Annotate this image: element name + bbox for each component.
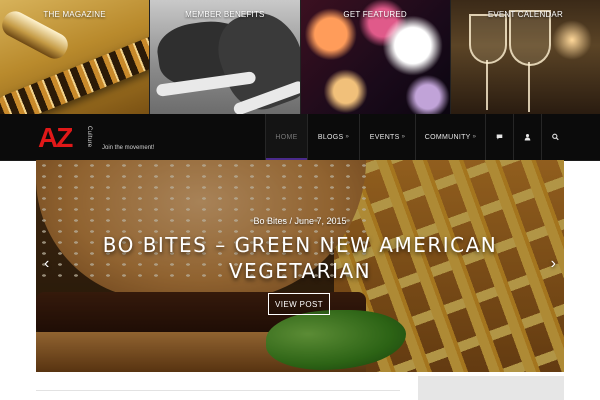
- chat-icon: [496, 134, 503, 140]
- nav-item-blogs[interactable]: BLOGS »: [307, 114, 359, 160]
- nav-item-label: HOME: [275, 133, 298, 141]
- post-title[interactable]: BO BITES – GREEN NEW AMERICAN VEGETARIAN: [76, 232, 524, 284]
- promo-tile-member-benefits[interactable]: MEMBER BENEFITS: [150, 0, 301, 114]
- user-button[interactable]: [513, 114, 541, 160]
- nav-item-community[interactable]: COMMUNITY »: [415, 114, 485, 160]
- promo-tile-label: MEMBER BENEFITS: [185, 10, 265, 19]
- promo-tile-get-featured[interactable]: GET FEATURED: [300, 0, 451, 114]
- sidebar-widget: [418, 376, 564, 400]
- search-button[interactable]: [541, 114, 569, 160]
- promo-tile-label: THE MAGAZINE: [43, 10, 106, 19]
- nav-menu: HOME BLOGS » EVENTS » COMMUNITY »: [265, 114, 569, 161]
- promo-tile-magazine[interactable]: THE MAGAZINE: [0, 0, 151, 114]
- site-tagline: Join the movement!: [102, 145, 155, 151]
- user-icon: [524, 134, 531, 141]
- slider-next-icon[interactable]: ›: [551, 256, 556, 272]
- nav-item-label: COMMUNITY: [424, 133, 471, 141]
- promo-tile-label: GET FEATURED: [343, 10, 407, 19]
- nav-item-label: EVENTS: [369, 133, 400, 141]
- promo-tile-event-calendar[interactable]: EVENT CALENDAR: [450, 0, 600, 114]
- chevron-down-icon: »: [401, 134, 406, 140]
- promo-strip: THE MAGAZINE MEMBER BENEFITS GET FEATURE…: [0, 0, 600, 114]
- nav-item-label: BLOGS: [317, 133, 344, 141]
- view-post-button[interactable]: VIEW POST: [268, 293, 330, 315]
- chevron-down-icon: »: [345, 134, 350, 140]
- promo-tile-label: EVENT CALENDAR: [487, 10, 563, 19]
- nav-item-events[interactable]: EVENTS »: [359, 114, 415, 160]
- search-icon: [552, 133, 559, 141]
- main-navbar: AZ Culture Join the movement! HOME BLOGS…: [0, 114, 600, 161]
- hero-slider: Bo Bites / June 7, 2015 BO BITES – GREEN…: [36, 160, 564, 372]
- slider-prev-icon[interactable]: ‹: [44, 256, 49, 272]
- post-meta: Bo Bites / June 7, 2015: [253, 216, 347, 226]
- nav-item-home[interactable]: HOME: [265, 114, 307, 161]
- chevron-down-icon: »: [472, 134, 477, 140]
- logo-mark: AZ: [38, 122, 73, 153]
- logo-subtext: Culture: [86, 126, 92, 148]
- site-logo[interactable]: AZ Culture: [38, 122, 94, 154]
- chat-button[interactable]: [485, 114, 513, 160]
- content-divider: [36, 390, 400, 391]
